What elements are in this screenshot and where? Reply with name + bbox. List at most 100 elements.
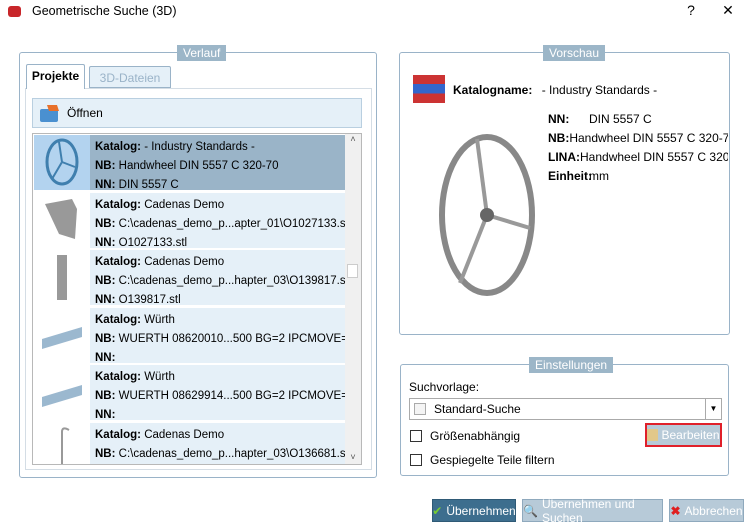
- catalog-label: Katalog:: [95, 371, 141, 383]
- catalog-value: Würth: [144, 371, 175, 383]
- item-info: Katalog: Cadenas Demo NB: C:\cadenas_dem…: [90, 192, 345, 248]
- scrollbar[interactable]: ˄ ˅: [345, 134, 361, 464]
- catalog-label: Katalog:: [95, 198, 141, 211]
- size-dependent-label: Größenabhängig: [430, 429, 521, 443]
- template-value: Standard-Suche: [434, 402, 521, 416]
- app-icon: [8, 6, 21, 17]
- field-value: DIN 5557 C: [589, 112, 652, 126]
- field-value: mm: [589, 169, 609, 183]
- catalog-value: Cadenas Demo: [144, 428, 225, 441]
- nn-label: NN:: [95, 236, 116, 248]
- scroll-up-icon[interactable]: ˄: [345, 134, 361, 144]
- apply-button[interactable]: ✔ Übernehmen: [432, 499, 516, 522]
- folder-open-icon: [40, 105, 59, 122]
- nn-value: O1027133.stl: [118, 236, 188, 248]
- settings-group-label: Einstellungen: [529, 357, 614, 373]
- item-info: Katalog: Cadenas Demo NB: C:\cadenas_dem…: [90, 250, 345, 305]
- item-info: Katalog: Würth NB: WUERTH 08620010...500…: [90, 307, 345, 363]
- nb-value: C:\cadenas_demo_p...hapter_03\O136681.st…: [118, 447, 345, 460]
- nb-label: NB:: [95, 447, 116, 460]
- nn-value: O139817.stl: [118, 294, 181, 305]
- list-item[interactable]: Katalog: Würth NB: WUERTH 08629914...500…: [34, 365, 345, 422]
- catalog-value: Cadenas Demo: [144, 256, 225, 268]
- field-label: NN:: [548, 112, 570, 126]
- history-group-label: Verlauf: [177, 45, 227, 61]
- edit-button[interactable]: Bearbeiten: [645, 423, 722, 447]
- chevron-down-icon[interactable]: ▼: [705, 399, 721, 419]
- item-info: Katalog: Cadenas Demo NB: C:\cadenas_dem…: [90, 422, 345, 464]
- template-icon: [414, 403, 426, 415]
- window-title: Geometrische Suche (3D): [32, 4, 177, 18]
- list-item[interactable]: Katalog: - Industry Standards - NB: Hand…: [34, 135, 345, 192]
- history-list: Katalog: Cadenas Demo NB: C:\cadenas_dem…: [32, 133, 362, 465]
- part-thumbnail: [34, 250, 90, 305]
- catalog-name-value: - Industry Standards -: [541, 83, 658, 97]
- scroll-down-icon[interactable]: ˅: [345, 452, 361, 462]
- mirrored-label: Gespiegelte Teile filtern: [430, 453, 555, 467]
- nb-value: WUERTH 08629914...500 BG=2 IPCMOVE=0): [118, 390, 345, 402]
- list-item[interactable]: Katalog: Cadenas Demo NB: C:\cadenas_dem…: [34, 422, 345, 464]
- close-button[interactable]: ✕: [718, 2, 738, 19]
- nn-label: NN:: [95, 409, 116, 420]
- checkbox-box[interactable]: [410, 454, 422, 466]
- field-label: Einheit:: [548, 169, 592, 183]
- catalog-label: Katalog:: [95, 141, 141, 153]
- catalog-value: Würth: [144, 313, 175, 326]
- apply-label: Übernehmen: [446, 503, 516, 518]
- catalog-label: Katalog:: [95, 313, 141, 326]
- apply-and-search-button[interactable]: 🔍 Übernehmen und Suchen: [522, 496, 663, 525]
- list-item[interactable]: Katalog: Cadenas Demo NB: C:\cadenas_dem…: [34, 250, 345, 307]
- nb-value: Handwheel DIN 5557 C 320-70: [118, 160, 279, 172]
- tab-projekte[interactable]: Projekte: [26, 64, 85, 89]
- check-icon: ✔: [432, 503, 443, 518]
- scroll-thumb[interactable]: [347, 264, 358, 278]
- nb-value: C:\cadenas_demo_p...hapter_03\O139817.st…: [118, 275, 345, 287]
- nb-label: NB:: [95, 332, 116, 345]
- open-label: Öffnen: [67, 106, 103, 120]
- nb-label: NB:: [95, 390, 116, 402]
- part-thumbnail: [34, 135, 90, 190]
- flags-icon: [413, 75, 445, 103]
- part-thumbnail: [34, 192, 90, 248]
- list-item[interactable]: Katalog: Würth NB: WUERTH 08620010...500…: [34, 307, 345, 365]
- nn-label: NN:: [95, 294, 116, 305]
- size-dependent-checkbox[interactable]: Größenabhängig: [410, 429, 520, 443]
- field-label: NB:: [548, 131, 570, 145]
- part-thumbnail: [34, 365, 90, 420]
- part-thumbnail: [34, 307, 90, 363]
- checkbox-box[interactable]: [410, 430, 422, 442]
- help-button[interactable]: ?: [681, 2, 701, 18]
- mirrored-checkbox[interactable]: Gespiegelte Teile filtern: [410, 453, 555, 467]
- apply-search-label: Übernehmen und Suchen: [541, 496, 635, 525]
- nb-label: NB:: [95, 217, 116, 230]
- part-thumbnail: [34, 422, 90, 464]
- tab-3d-dateien[interactable]: 3D-Dateien: [89, 66, 171, 88]
- field-value: Handwheel DIN 5557 C 320-7: [580, 150, 728, 164]
- handwheel-preview-image: [439, 134, 535, 296]
- preview-group-label: Vorschau: [543, 45, 606, 61]
- preview-group: Vorschau Katalogname: - Industry Standar…: [399, 45, 730, 335]
- settings-group: Einstellungen Suchvorlage: Standard-Such…: [400, 357, 729, 476]
- template-label: Suchvorlage:: [409, 380, 480, 394]
- cancel-label: Abbrechen: [684, 503, 743, 518]
- catalog-label: Katalog:: [95, 428, 141, 441]
- x-icon: ✖: [670, 503, 681, 518]
- clipboard-icon: [647, 429, 659, 441]
- nb-label: NB:: [95, 275, 116, 287]
- nb-value: C:\cadenas_demo_p...apter_01\O1027133.st…: [118, 217, 345, 230]
- edit-label: Bearbeiten: [661, 428, 720, 442]
- catalog-value: Cadenas Demo: [144, 198, 225, 211]
- template-select[interactable]: Standard-Suche ▼: [409, 398, 722, 420]
- nn-label: NN:: [95, 351, 116, 363]
- open-button[interactable]: Öffnen: [32, 98, 362, 128]
- nn-label: NN:: [95, 179, 116, 190]
- catalog-name-label: Katalogname:: [453, 83, 533, 97]
- search-check-icon: 🔍: [523, 503, 538, 518]
- item-info: Katalog: Würth NB: WUERTH 08629914...500…: [90, 365, 345, 420]
- list-item[interactable]: Katalog: Cadenas Demo NB: C:\cadenas_dem…: [34, 192, 345, 250]
- field-label: LINA:: [548, 150, 580, 164]
- nb-value: WUERTH 08620010...500 BG=2 IPCMOVE=0): [118, 332, 345, 345]
- field-value: Handwheel DIN 5557 C 320-7: [569, 131, 728, 145]
- cancel-button[interactable]: ✖ Abbrechen: [669, 499, 744, 522]
- catalog-label: Katalog:: [95, 256, 141, 268]
